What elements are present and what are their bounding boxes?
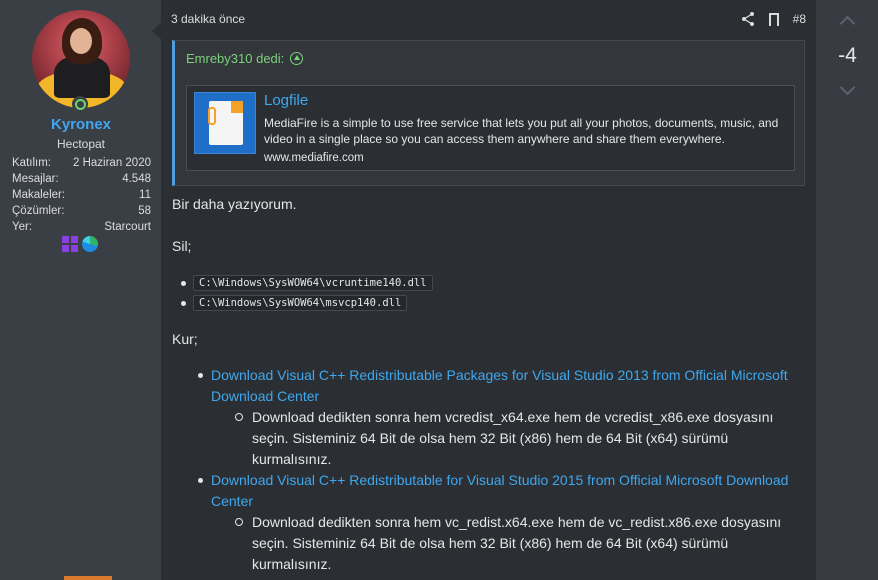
code-list: C:\Windows\SysWOW64\vcruntime140.dll C:\… — [181, 273, 433, 313]
stat-label: Katılım: — [12, 157, 51, 169]
avatar-container[interactable] — [32, 10, 130, 112]
stat-label: Mesajlar: — [12, 173, 59, 185]
user-title: Hectopat — [56, 137, 106, 151]
stat-label: Makaleler: — [12, 189, 66, 201]
quote-author: Emreby310 dedi: — [186, 51, 285, 66]
user-panel: Kyronex Hectopat Katılım: 2 Haziran 2020… — [0, 0, 162, 580]
vote-panel: -4 — [815, 0, 878, 580]
jump-to-quote-icon[interactable] — [290, 52, 304, 65]
list-item: Download Visual C++ Redistributable for … — [198, 470, 809, 575]
post-number-link[interactable]: #8 — [793, 12, 806, 26]
list-item: C:\Windows\SysWOW64\vcruntime140.dll — [181, 273, 433, 293]
upvote-icon[interactable] — [840, 14, 854, 28]
windows-icon — [62, 236, 78, 252]
download-link-vs2013[interactable]: Download Visual C++ Redistributable Pack… — [211, 367, 788, 404]
download-list: Download Visual C++ Redistributable Pack… — [198, 365, 809, 575]
embed-thumbnail[interactable] — [194, 92, 256, 154]
online-status-icon — [72, 96, 88, 112]
message-pointer — [152, 22, 162, 40]
list-item: Download Visual C++ Redistributable Pack… — [198, 365, 809, 470]
stat-solutions: Çözümler: 58 — [12, 203, 151, 219]
stat-joined: Katılım: 2 Haziran 2020 — [12, 155, 151, 171]
embed-url: www.mediafire.com — [264, 152, 364, 164]
stat-value[interactable]: 58 — [138, 203, 151, 219]
sub-list: Download dedikten sonra hem vc_redist.x6… — [235, 512, 809, 575]
inline-code: C:\Windows\SysWOW64\vcruntime140.dll — [193, 275, 433, 291]
download-link-vs2015[interactable]: Download Visual C++ Redistributable for … — [211, 472, 788, 509]
message-content: 3 dakika önce #8 Emreby310 dedi: Logfile… — [163, 0, 814, 580]
stat-value[interactable]: 11 — [139, 187, 151, 203]
embed-title-link[interactable]: Logfile — [264, 92, 308, 109]
inline-code: C:\Windows\SysWOW64\msvcp140.dll — [193, 295, 408, 311]
stat-label: Yer: — [12, 221, 33, 233]
share-icon[interactable] — [741, 12, 755, 26]
bookmark-icon[interactable] — [768, 12, 779, 28]
sub-list-item: Download dedikten sonra hem vcredist_x64… — [235, 407, 809, 470]
edge-icon — [82, 236, 98, 252]
vote-score: -4 — [838, 44, 857, 67]
username-link[interactable]: Kyronex — [0, 116, 162, 133]
user-stats: Katılım: 2 Haziran 2020 Mesajlar: 4.548 … — [12, 155, 151, 235]
body-paragraph: Kur; — [172, 331, 198, 347]
user-badges — [62, 236, 98, 252]
embed-description: MediaFire is a simple to use free servic… — [264, 116, 779, 146]
message-header: 3 dakika önce #8 — [171, 10, 806, 28]
stat-location: Yer: Starcourt — [12, 219, 151, 235]
downvote-icon[interactable] — [840, 82, 854, 96]
bottom-accent-bar — [64, 576, 112, 580]
stat-articles: Makaleler: 11 — [12, 187, 151, 203]
stat-value[interactable]: Starcourt — [104, 219, 151, 235]
body-paragraph: Sil; — [172, 238, 192, 254]
stat-messages: Mesajlar: 4.548 — [12, 171, 151, 187]
post-timestamp[interactable]: 3 dakika önce — [171, 12, 245, 26]
sub-list-item: Download dedikten sonra hem vc_redist.x6… — [235, 512, 809, 575]
list-item: C:\Windows\SysWOW64\msvcp140.dll — [181, 293, 433, 313]
avatar[interactable] — [32, 10, 130, 108]
quote-block: Emreby310 dedi: Logfile MediaFire is a s… — [172, 40, 805, 186]
body-paragraph: Bir daha yazıyorum. — [172, 196, 297, 212]
link-embed[interactable]: Logfile MediaFire is a simple to use fre… — [186, 85, 795, 171]
message-actions: #8 — [741, 12, 806, 28]
stat-value: 2 Haziran 2020 — [73, 157, 151, 169]
quote-author-link[interactable]: Emreby310 dedi: — [186, 51, 304, 66]
stat-label: Çözümler: — [12, 205, 65, 217]
sub-list: Download dedikten sonra hem vcredist_x64… — [235, 407, 809, 470]
stat-value[interactable]: 4.548 — [122, 171, 151, 187]
